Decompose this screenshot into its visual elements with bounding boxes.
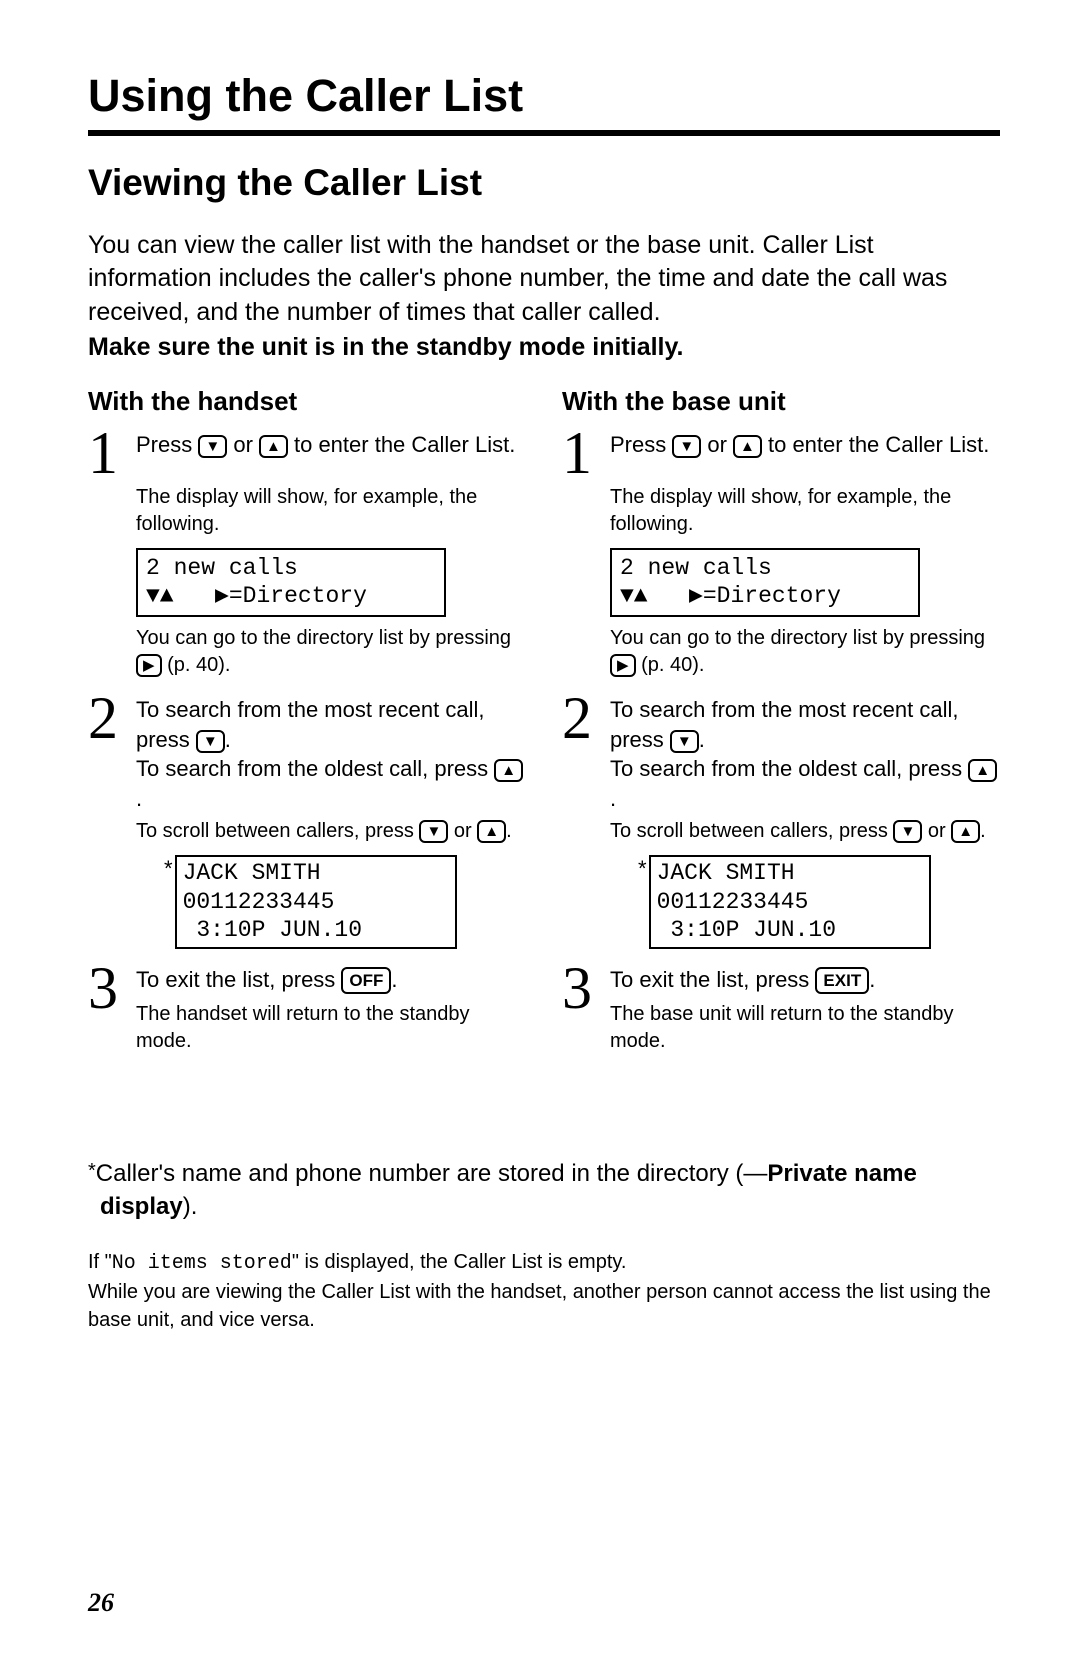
down-key-icon: ▼ <box>893 820 922 843</box>
text: or <box>701 432 733 457</box>
text: You can go to the directory list by pres… <box>136 627 511 649</box>
text: " is displayed, the Caller List is empty… <box>292 1251 627 1273</box>
section-title: Viewing the Caller List <box>88 160 1000 206</box>
up-key-icon: ▲ <box>733 435 762 458</box>
handset-note-4: The handset will return to the standby m… <box>136 1001 526 1055</box>
baseunit-note-4: The base unit will return to the standby… <box>610 1001 1000 1055</box>
handset-step-1: 1 Press ▼ or ▲ to enter the Caller List. <box>88 424 526 480</box>
step-number: 2 <box>562 689 610 745</box>
text: To search from the oldest call, press <box>136 756 494 781</box>
text: If " <box>88 1251 112 1273</box>
handset-column: With the handset 1 Press ▼ or ▲ to enter… <box>88 385 526 1067</box>
two-column-layout: With the handset 1 Press ▼ or ▲ to enter… <box>88 385 1000 1067</box>
text: (p. 40). <box>636 654 705 676</box>
right-key-icon: ▶ <box>136 654 162 677</box>
step-number: 3 <box>562 959 610 1015</box>
text: To exit the list, press <box>136 967 341 992</box>
text: or <box>448 820 477 842</box>
baseunit-display-1: 2 new calls ▼▲ ▶=Directory <box>610 548 920 618</box>
handset-header: With the handset <box>88 385 526 418</box>
handset-caller-display: * JACK SMITH 00112233445 3:10P JUN.10 <box>164 855 526 949</box>
down-key-icon: ▼ <box>419 820 448 843</box>
text: (p. 40). <box>162 654 231 676</box>
text: to enter the Caller List. <box>288 432 515 457</box>
baseunit-note-2: You can go to the directory list by pres… <box>610 625 1000 679</box>
text: To search from the oldest call, press <box>610 756 968 781</box>
off-key: OFF <box>341 967 391 994</box>
text: To search from the most recent call, pre… <box>610 697 958 752</box>
text: . <box>610 786 616 811</box>
standby-note: Make sure the unit is in the standby mod… <box>88 332 1000 363</box>
text: While you are viewing the Caller List wi… <box>88 1281 991 1331</box>
baseunit-step-1: 1 Press ▼ or ▲ to enter the Caller List. <box>562 424 1000 480</box>
asterisk: * <box>638 855 649 883</box>
baseunit-header: With the base unit <box>562 385 1000 418</box>
text: . <box>980 820 986 842</box>
step-number: 1 <box>562 424 610 480</box>
text: To exit the list, press <box>610 967 815 992</box>
up-key-icon: ▲ <box>494 759 523 782</box>
right-key-icon: ▶ <box>610 654 636 677</box>
caller-box: JACK SMITH 00112233445 3:10P JUN.10 <box>175 855 457 949</box>
baseunit-note-3: To scroll between callers, press ▼ or ▲. <box>610 818 1000 845</box>
footnote: *Caller's name and phone number are stor… <box>88 1157 1000 1224</box>
text: . <box>869 967 875 992</box>
text: . <box>391 967 397 992</box>
text: . <box>225 727 231 752</box>
up-key-icon: ▲ <box>968 759 997 782</box>
asterisk: * <box>164 855 175 883</box>
text: ). <box>183 1193 198 1220</box>
step-number: 1 <box>88 424 136 480</box>
text: Press <box>610 432 672 457</box>
step-number: 2 <box>88 689 136 745</box>
step-number: 3 <box>88 959 136 1015</box>
handset-display-1: 2 new calls ▼▲ ▶=Directory <box>136 548 446 618</box>
text: Press <box>136 432 198 457</box>
text: Caller's name and phone number are store… <box>96 1160 768 1187</box>
handset-note-1: The display will show, for example, the … <box>136 484 526 538</box>
baseunit-step-2: 2 To search from the most recent call, p… <box>562 689 1000 814</box>
up-key-icon: ▲ <box>951 820 980 843</box>
down-key-icon: ▼ <box>670 730 699 753</box>
baseunit-note-1: The display will show, for example, the … <box>610 484 1000 538</box>
down-key-icon: ▼ <box>196 730 225 753</box>
text: To scroll between callers, press <box>136 820 419 842</box>
handset-step-3: 3 To exit the list, press OFF. The hands… <box>88 959 526 1065</box>
text: or <box>227 432 259 457</box>
down-key-icon: ▼ <box>198 435 227 458</box>
page-title: Using the Caller List <box>88 68 1000 136</box>
page-number: 26 <box>88 1587 114 1620</box>
intro-text: You can view the caller list with the ha… <box>88 229 1000 330</box>
down-key-icon: ▼ <box>672 435 701 458</box>
caller-box: JACK SMITH 00112233445 3:10P JUN.10 <box>649 855 931 949</box>
bottom-note: If "No items stored" is displayed, the C… <box>88 1248 1000 1334</box>
asterisk: * <box>88 1160 96 1182</box>
baseunit-column: With the base unit 1 Press ▼ or ▲ to ent… <box>562 385 1000 1067</box>
up-key-icon: ▲ <box>259 435 288 458</box>
handset-note-2: You can go to the directory list by pres… <box>136 625 526 679</box>
text: To scroll between callers, press <box>610 820 893 842</box>
text: To search from the most recent call, pre… <box>136 697 484 752</box>
text: You can go to the directory list by pres… <box>610 627 985 649</box>
text: . <box>136 786 142 811</box>
exit-key: EXIT <box>815 967 869 994</box>
text: . <box>506 820 512 842</box>
text: or <box>922 820 951 842</box>
text: . <box>699 727 705 752</box>
handset-step-2: 2 To search from the most recent call, p… <box>88 689 526 814</box>
up-key-icon: ▲ <box>477 820 506 843</box>
handset-note-3: To scroll between callers, press ▼ or ▲. <box>136 818 526 845</box>
baseunit-caller-display: * JACK SMITH 00112233445 3:10P JUN.10 <box>638 855 1000 949</box>
baseunit-step-3: 3 To exit the list, press EXIT. The base… <box>562 959 1000 1065</box>
monospace-text: No items stored <box>112 1252 292 1275</box>
text: to enter the Caller List. <box>762 432 989 457</box>
